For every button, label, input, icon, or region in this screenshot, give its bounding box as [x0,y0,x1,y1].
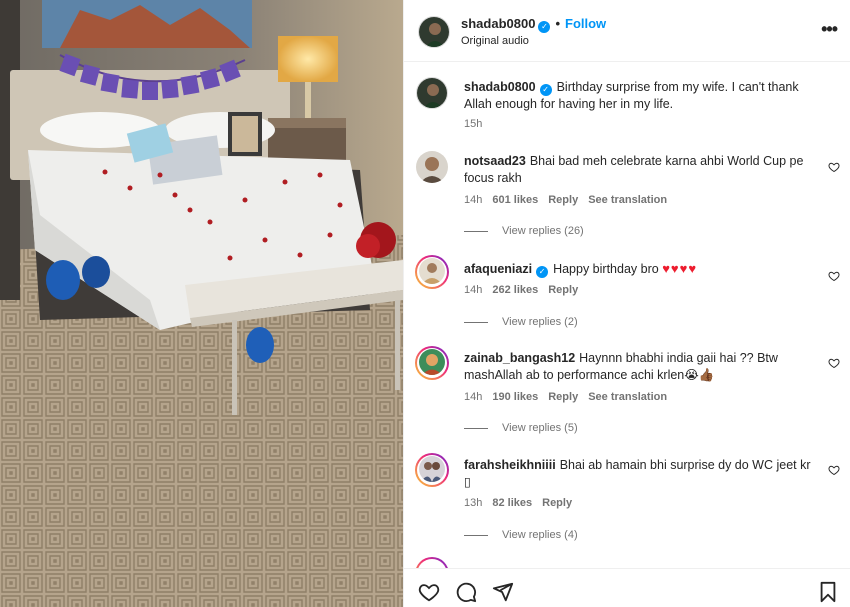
comment-meta: 14h 190 likes Reply See translation [464,391,677,403]
view-replies-label: View replies (2) [502,316,578,328]
verified-icon: ✓ [539,84,552,96]
story-ring[interactable] [415,557,449,568]
view-replies-line [464,230,488,232]
comment-text: Happy birthday bro [553,262,659,276]
view-replies-line [464,534,488,536]
view-replies-label: View replies (26) [502,225,584,237]
comment-text-block: afaqueniazi ✓ Happy birthday bro ♥♥♥♥ [464,260,819,278]
author-line: shadab0800 ✓ • Follow [461,16,606,33]
comment-likes[interactable]: 262 likes [492,284,538,296]
view-replies-button[interactable]: View replies (2) [464,316,578,328]
comment-meta: 13h 82 likes Reply [464,497,582,509]
story-ring-inner [417,559,447,568]
author-username[interactable]: shadab0800 [461,16,535,31]
bookmark-icon[interactable] [818,581,838,603]
caption-meta: 15h [464,118,492,130]
comment-username[interactable]: farahsheikhniiii [464,458,556,472]
separator-dot: • [555,16,560,31]
comment-time[interactable]: 13h [464,497,482,509]
commenter-avatar[interactable] [419,258,445,284]
view-replies-label: View replies (5) [502,422,578,434]
comment-meta: 14h 262 likes Reply [464,284,588,296]
verified-icon: ✓ [538,21,551,33]
view-replies-label: View replies (4) [502,529,578,541]
comment-text-block: farahsheikhniiii Bhai ab hamain bhi surpr… [464,457,819,491]
like-comment-heart-icon[interactable] [828,161,840,173]
comment-likes[interactable]: 190 likes [492,391,538,403]
reply-button[interactable]: Reply [542,497,572,509]
author-avatar[interactable] [416,77,448,109]
more-options-icon[interactable]: ••• [821,20,838,38]
caption-username[interactable]: shadab0800 [464,80,536,94]
view-replies-button[interactable]: View replies (4) [464,529,578,541]
caption-time[interactable]: 15h [464,118,482,130]
comment-time[interactable]: 14h [464,391,482,403]
reply-button[interactable]: Reply [548,391,578,403]
view-replies-line [464,427,488,429]
commenter-avatar[interactable] [416,151,448,183]
post-actions-bar [404,568,850,607]
audio-label[interactable]: Original audio [461,35,529,47]
commenter-avatar[interactable] [419,456,445,482]
caption-text-block: shadab0800 ✓ Birthday surprise from my wif… [464,79,819,113]
see-translation-button[interactable]: See translation [588,194,667,206]
comment-meta: 14h 601 likes Reply See translation [464,194,677,206]
post-media[interactable] [0,0,403,607]
reply-button[interactable]: Reply [548,284,578,296]
heart-icon[interactable] [418,581,440,603]
verified-icon: ✓ [536,266,549,278]
video-frame [0,0,403,607]
view-replies-button[interactable]: View replies (26) [464,225,584,237]
follow-button[interactable]: Follow [565,16,606,31]
post-side-panel: shadab0800 ✓ • Follow Original audio ••• sh… [403,0,850,607]
comment-time[interactable]: 14h [464,194,482,206]
commenter-avatar[interactable] [419,349,445,375]
author-avatar[interactable] [418,16,450,48]
comment-likes[interactable]: 601 likes [492,194,538,206]
post-header: shadab0800 ✓ • Follow Original audio ••• [404,0,850,62]
comment-text: Bhai ab hamain bhi surprise dy do WC jee… [559,458,811,472]
comments-list[interactable]: shadab0800 ✓ Birthday surprise from my wif… [404,63,850,568]
comment-text-block: notsaad23 Bhai bad meh celebrate karna ah… [464,153,819,187]
reply-button[interactable]: Reply [548,194,578,206]
comment-time[interactable]: 14h [464,284,482,296]
comment-username[interactable]: zainab_bangash12 [464,351,575,365]
comment-likes[interactable]: 82 likes [492,497,532,509]
like-comment-heart-icon[interactable] [828,357,840,369]
comment-text-emoji: ▯ [464,475,471,489]
hearts-emoji: ♥♥♥♥ [662,261,698,276]
comment-icon[interactable] [455,581,477,603]
comment-text-block: zainab_bangash12 Haynnn bhabhi india gaii… [464,350,819,384]
like-comment-heart-icon[interactable] [828,464,840,476]
view-replies-line [464,321,488,323]
like-comment-heart-icon[interactable] [828,270,840,282]
share-icon[interactable] [492,581,514,603]
view-replies-button[interactable]: View replies (5) [464,422,578,434]
comment-username[interactable]: afaqueniazi [464,262,532,276]
comment-username[interactable]: notsaad23 [464,154,526,168]
see-translation-button[interactable]: See translation [588,391,667,403]
